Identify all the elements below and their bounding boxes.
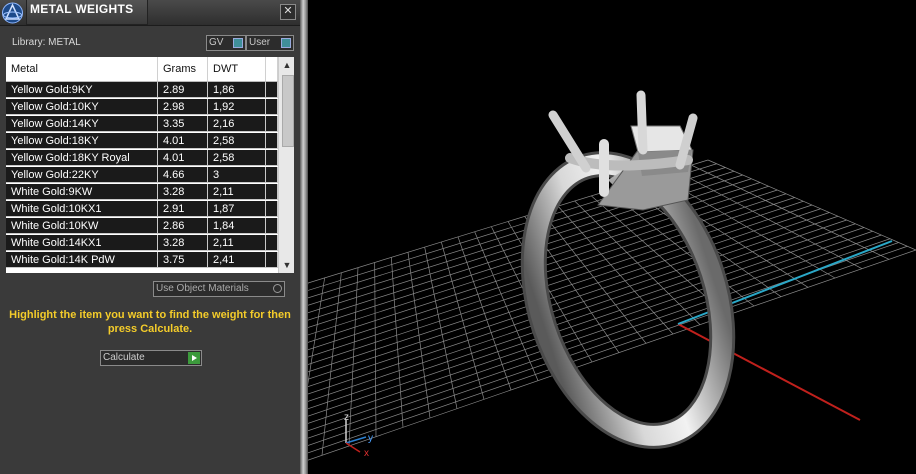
- extra-cell: [266, 201, 278, 217]
- metal-cell: Yellow Gold:14KY: [6, 116, 158, 132]
- table-row[interactable]: White Gold:10KX1 2.91 1,87: [6, 201, 278, 217]
- metal-cell: Yellow Gold:18KY Royal: [6, 150, 158, 166]
- library-label: Library: METAL: [12, 37, 81, 48]
- gizmo-z-label: z: [344, 412, 349, 423]
- grid-line: [707, 159, 916, 251]
- table-row[interactable]: White Gold:9KW 3.28 2,11: [6, 184, 278, 200]
- title-bar: METAL WEIGHTS ✕: [0, 0, 300, 26]
- radio-icon: [273, 284, 282, 293]
- close-icon: ✕: [283, 5, 293, 17]
- grams-cell: 4.01: [158, 133, 208, 149]
- column-header-extra: [266, 57, 278, 81]
- metal-cell: White Gold:14KX1: [6, 235, 158, 251]
- dwt-cell: 2,11: [208, 184, 266, 200]
- library-value: METAL: [48, 37, 81, 48]
- extra-cell: [266, 184, 278, 200]
- toggle-icon: [281, 38, 291, 48]
- dwt-cell: 2,16: [208, 116, 266, 132]
- metal-cell: White Gold:14K PdW: [6, 252, 158, 268]
- table-row[interactable]: Yellow Gold:10KY 2.98 1,92: [6, 99, 278, 115]
- extra-cell: [266, 133, 278, 149]
- extra-cell: [266, 252, 278, 268]
- table-row[interactable]: White Gold:14KX1 3.28 2,11: [6, 235, 278, 251]
- dwt-cell: 2,58: [208, 150, 266, 166]
- grams-cell: 2.98: [158, 99, 208, 115]
- table-header: Metal Grams DWT: [6, 57, 278, 82]
- close-button[interactable]: ✕: [280, 4, 296, 20]
- grams-cell: 3.35: [158, 116, 208, 132]
- column-header-metal[interactable]: Metal: [6, 57, 158, 81]
- table-row[interactable]: Yellow Gold:9KY 2.89 1,86: [6, 82, 278, 98]
- app-logo-icon: [2, 2, 23, 24]
- extra-cell: [266, 116, 278, 132]
- gizmo-y-label: y: [368, 433, 373, 444]
- gv-toggle-label: GV: [209, 37, 224, 48]
- toggle-icon: [233, 38, 243, 48]
- table-row[interactable]: Yellow Gold:14KY 3.35 2,16: [6, 116, 278, 132]
- 3d-viewport[interactable]: z y x: [308, 0, 916, 474]
- calculate-button[interactable]: Calculate: [100, 350, 202, 366]
- table-row[interactable]: White Gold:14K PdW 3.75 2,41: [6, 252, 278, 268]
- table-scrollbar[interactable]: ▲ ▼: [278, 57, 294, 273]
- extra-cell: [266, 167, 278, 183]
- grams-cell: 3.28: [158, 235, 208, 251]
- metal-cell: Yellow Gold:9KY: [6, 82, 158, 98]
- gizmo-x-label: x: [364, 448, 369, 459]
- metal-weights-panel: METAL WEIGHTS ✕ Library: METAL GV User M…: [0, 0, 300, 474]
- gv-toggle[interactable]: GV: [206, 35, 246, 51]
- metal-cell: Yellow Gold:10KY: [6, 99, 158, 115]
- scrollbar-thumb[interactable]: [282, 75, 294, 147]
- metal-table: Metal Grams DWT Yellow Gold:9KY 2.89 1,86 Y…: [6, 57, 294, 273]
- extra-cell: [266, 150, 278, 166]
- ring-model[interactable]: [501, 90, 755, 460]
- dwt-cell: 2,41: [208, 252, 266, 268]
- calculate-label: Calculate: [103, 352, 145, 363]
- user-toggle[interactable]: User: [246, 35, 294, 51]
- grams-cell: 2.86: [158, 218, 208, 234]
- metal-cell: White Gold:10KW: [6, 218, 158, 234]
- library-label-text: Library:: [12, 37, 46, 48]
- chevron-up-icon[interactable]: ▲: [279, 57, 294, 73]
- table-row[interactable]: Yellow Gold:18KY 4.01 2,58: [6, 133, 278, 149]
- dwt-cell: 3: [208, 167, 266, 183]
- user-toggle-label: User: [249, 37, 271, 48]
- use-object-materials-toggle[interactable]: Use Object Materials: [153, 281, 285, 297]
- metal-cell: Yellow Gold:18KY: [6, 133, 158, 149]
- column-header-dwt[interactable]: DWT: [208, 57, 266, 81]
- grams-cell: 2.91: [158, 201, 208, 217]
- grams-cell: 4.66: [158, 167, 208, 183]
- instruction-text: Highlight the item you want to find the …: [9, 309, 291, 335]
- grams-cell: 4.01: [158, 150, 208, 166]
- panel-splitter[interactable]: [300, 0, 308, 474]
- panel-title: METAL WEIGHTS: [30, 2, 134, 16]
- grams-cell: 3.28: [158, 184, 208, 200]
- column-header-grams[interactable]: Grams: [158, 57, 208, 81]
- grid-line: [557, 205, 674, 335]
- grams-cell: 3.75: [158, 252, 208, 268]
- grams-cell: 2.89: [158, 82, 208, 98]
- dwt-cell: 1,87: [208, 201, 266, 217]
- dwt-cell: 2,58: [208, 133, 266, 149]
- dwt-cell: 1,84: [208, 218, 266, 234]
- extra-cell: [266, 99, 278, 115]
- table-row[interactable]: Yellow Gold:18KY Royal 4.01 2,58: [6, 150, 278, 166]
- dwt-cell: 1,86: [208, 82, 266, 98]
- extra-cell: [266, 218, 278, 234]
- extra-cell: [266, 235, 278, 251]
- chevron-down-icon[interactable]: ▼: [279, 257, 294, 273]
- metal-cell: White Gold:10KX1: [6, 201, 158, 217]
- table-row[interactable]: Yellow Gold:22KY 4.66 3: [6, 167, 278, 183]
- dwt-cell: 1,92: [208, 99, 266, 115]
- metal-cell: White Gold:9KW: [6, 184, 158, 200]
- table-row[interactable]: White Gold:10KW 2.86 1,84: [6, 218, 278, 234]
- play-icon: [188, 352, 200, 364]
- dwt-cell: 2,11: [208, 235, 266, 251]
- use-object-materials-label: Use Object Materials: [156, 283, 249, 294]
- extra-cell: [266, 82, 278, 98]
- metal-cell: Yellow Gold:22KY: [6, 167, 158, 183]
- viewport-canvas[interactable]: z y x: [308, 0, 916, 474]
